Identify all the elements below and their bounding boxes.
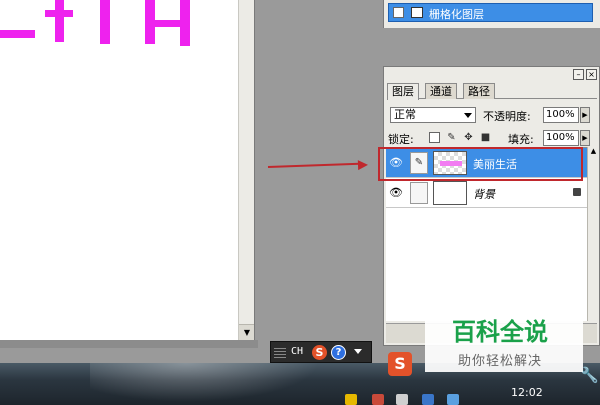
canvas-text-fragment [45,10,73,17]
sogou-icon[interactable]: S [312,345,327,360]
visibility-eye-icon[interactable]: 👁 [389,186,403,200]
clock[interactable]: 12:02 [511,386,543,399]
canvas-text-fragment [100,0,110,44]
canvas-text-fragment [55,0,64,42]
lock-move-icon[interactable]: ✥ [463,132,474,143]
fill-dropdown-icon[interactable]: ▶ [580,130,590,146]
watermark-subtitle: 助你轻松解决 [457,354,542,369]
canvas-text-fragment [145,20,190,27]
watermark-title: 百科全说 [452,318,548,346]
canvas-scrollbar[interactable]: ▼ [238,0,254,340]
layers-panel: – × 图层 通道 路径 正常 不透明度: 100% ▶ 锁定: ✎ ✥ ■ 填… [383,66,600,346]
opacity-dropdown-icon[interactable]: ▶ [580,107,590,123]
fill-input[interactable]: 100% [543,130,579,146]
close-icon[interactable]: × [586,69,597,80]
panel-tabs: 图层 通道 路径 [387,83,597,100]
lock-all-icon[interactable]: ■ [480,132,491,143]
opacity-input[interactable]: 100% [543,107,579,123]
lock-transparent-icon[interactable] [429,132,440,143]
fill-label: 填充: [508,133,534,146]
canvas-document[interactable]: ▼ [0,0,255,340]
grip-icon[interactable] [274,346,286,358]
workspace-background [258,0,383,340]
history-panel: 栅格化图层 [383,0,600,28]
annotation-arrow-head [357,159,369,171]
lock-icon [573,188,581,196]
history-item[interactable]: 栅格化图层 [388,3,593,22]
canvas-bottom-edge [0,340,258,348]
tray-icon[interactable] [447,394,459,405]
layers-scrollbar[interactable]: ▲ [587,147,599,321]
history-checkbox[interactable] [393,7,404,18]
tray-icon[interactable] [372,394,384,405]
link-slot[interactable] [410,182,428,204]
ime-language-bar[interactable]: CH S ? [270,341,372,363]
blend-mode-select[interactable]: 正常 [390,107,476,123]
layer-row[interactable]: 👁 背景 [386,178,587,208]
minimize-icon[interactable]: – [573,69,584,80]
opacity-label: 不透明度: [483,110,531,123]
lock-brush-icon[interactable]: ✎ [446,132,457,143]
sogou-tray-icon[interactable]: S [388,352,412,376]
blend-mode-value: 正常 [394,108,416,121]
tray-icon[interactable] [345,394,357,405]
input-mode[interactable]: CH [291,346,303,357]
watermark: 百科全说 助你轻松解决 [425,306,583,372]
highlight-box [378,147,583,181]
layer-name: 背景 [473,188,495,201]
tab-channels[interactable]: 通道 [425,83,457,99]
mail-icon[interactable] [422,394,434,405]
tab-paths[interactable]: 路径 [463,83,495,99]
chevron-down-icon [464,113,472,118]
canvas-text-fragment [0,30,35,38]
scroll-down-icon[interactable]: ▼ [239,324,254,340]
tab-layers[interactable]: 图层 [387,83,419,100]
tray-icon[interactable] [396,394,408,405]
help-icon[interactable]: ? [331,345,346,360]
history-item-label: 栅格化图层 [429,8,484,21]
lock-label: 锁定: [388,133,414,146]
taskbar-glare [90,363,330,405]
layer-document-icon [411,7,423,18]
layer-thumbnail [433,181,467,205]
chevron-down-icon[interactable] [354,349,362,354]
